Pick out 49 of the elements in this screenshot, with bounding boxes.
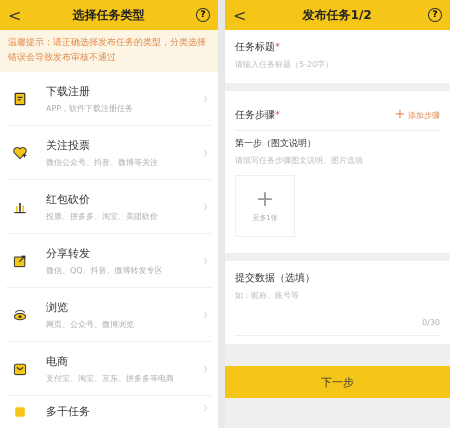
back-button[interactable]: < — [8, 6, 22, 24]
task-title-field[interactable]: 请输入任务标题（5-20字） — [235, 54, 440, 75]
next-step-button[interactable]: 下一步 — [225, 366, 450, 398]
submit-data-field[interactable]: 如：昵称、账号等 — [235, 285, 440, 306]
chevron-right-icon — [203, 364, 208, 372]
task-type-item[interactable]: 下载注册 APP，软件下载注册任务 — [6, 72, 212, 126]
chevron-right-icon — [203, 404, 208, 412]
character-counter: 0/30 — [421, 317, 440, 329]
chevron-right-icon — [203, 202, 208, 210]
screen-title: 选择任务类型 — [72, 6, 145, 24]
task-type-description: 网页、公众号、微博浏览 — [46, 318, 135, 330]
back-button[interactable]: < — [233, 6, 246, 24]
task-type-item[interactable]: 关注投票 微信公众号、抖音、微博等关注 — [6, 126, 212, 180]
notice-text: 温馨提示：请正确选择发布任务的类型，分类选择错误会导致发布审核不通过 — [0, 30, 218, 72]
step-title: 第一步（图文说明） — [235, 138, 317, 150]
task-type-item[interactable]: 电商 支付宝、淘宝、京东、拼多多等电商 — [6, 342, 212, 396]
share-icon — [12, 252, 28, 268]
task-type-name: 下载注册 — [46, 84, 91, 98]
chevron-right-icon — [203, 310, 208, 318]
task-type-description: 微信、QQ、抖音、微博转发专区 — [46, 264, 164, 276]
task-type-name: 红包砍价 — [46, 192, 91, 206]
field-label: 任务标题 — [235, 42, 275, 53]
step-description-field[interactable]: 请填写任务步骤图文说明、图片选填 — [235, 150, 440, 171]
required-mark: * — [275, 110, 280, 120]
task-type-item[interactable]: 分享转发 微信、QQ、抖音、微博转发专区 — [6, 234, 212, 288]
chevron-right-icon — [203, 256, 208, 264]
task-type-item[interactable]: 多干任务 — [6, 396, 212, 428]
task-type-description: 支付宝、淘宝、京东、拼多多等电商 — [46, 372, 175, 384]
task-type-name: 电商 — [46, 354, 69, 368]
field-label: 提交数据（选填） — [235, 272, 316, 285]
required-mark: * — [275, 42, 280, 53]
task-type-description: 微信公众号、抖音、微博等关注 — [46, 156, 159, 168]
task-type-item[interactable]: 浏览 网页、公众号、微博浏览 — [6, 288, 212, 342]
task-type-description: 投票、拼多多、淘宝、美团砍价 — [46, 210, 159, 222]
mail-icon — [12, 360, 28, 376]
screen-title: 发布任务1/2 — [302, 6, 372, 24]
field-label: 任务步骤 — [235, 110, 275, 120]
chevron-right-icon — [203, 148, 208, 156]
task-type-name: 浏览 — [46, 300, 69, 314]
task-type-name: 关注投票 — [46, 138, 91, 152]
help-button[interactable]: ? — [196, 8, 210, 22]
task-type-description: APP，软件下载注册任务 — [46, 102, 134, 114]
task-type-name: 分享转发 — [46, 246, 91, 260]
task-type-name: 多干任务 — [46, 404, 91, 419]
chevron-right-icon — [203, 94, 208, 102]
task-type-item[interactable]: 红包砍价 投票、拼多多、淘宝、美团砍价 — [6, 180, 212, 234]
heart-plus-icon — [12, 144, 28, 160]
bookmark-icon — [12, 90, 28, 106]
help-button[interactable]: ? — [428, 8, 442, 22]
